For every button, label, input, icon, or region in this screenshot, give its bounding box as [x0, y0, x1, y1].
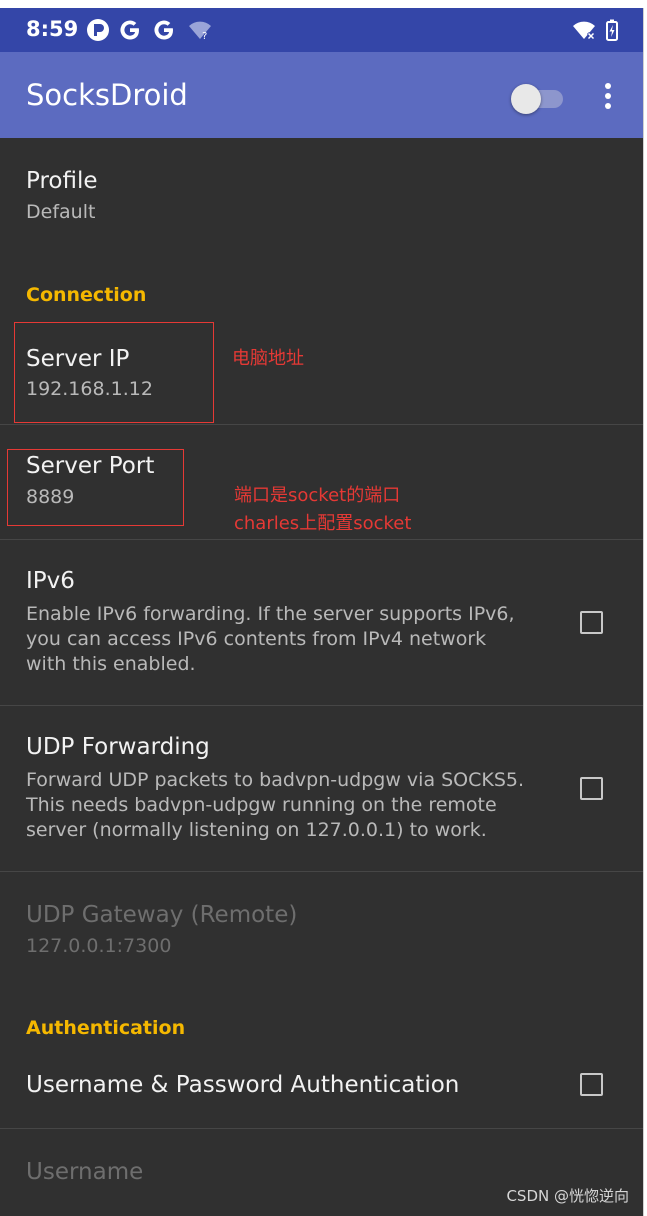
pref-udp-gateway: UDP Gateway (Remote) 127.0.0.1:7300 [0, 872, 643, 982]
pref-title: UDP Forwarding [26, 734, 210, 760]
annotation-box-server-port [7, 449, 184, 526]
category-connection: Connection [26, 284, 147, 306]
category-authentication: Authentication [26, 1017, 186, 1039]
pref-title: Username [26, 1159, 144, 1185]
google-icon [120, 20, 139, 40]
pref-profile[interactable]: Profile Default [0, 138, 643, 254]
pref-summary-line: Forward UDP packets to badvpn-udpgw via … [26, 769, 525, 791]
p-app-icon [87, 19, 109, 41]
pref-summary: 127.0.0.1:7300 [26, 935, 172, 957]
status-bar: 8:59 ? [0, 8, 643, 52]
vpn-toggle-switch[interactable] [511, 83, 565, 114]
pref-summary-line: you can access IPv6 contents from IPv4 n… [26, 628, 487, 650]
pref-summary-line: Enable IPv6 forwarding. If the server su… [26, 603, 515, 625]
pref-summary: Default [26, 201, 96, 223]
wifi-off-icon [573, 21, 596, 41]
pref-udp-forwarding[interactable]: UDP Forwarding Forward UDP packets to ba… [0, 706, 643, 871]
google-icon [154, 20, 173, 40]
pref-user-pass-auth[interactable]: Username & Password Authentication [0, 1052, 643, 1128]
wifi-question-icon: ? [189, 21, 211, 42]
status-time: 8:59 [26, 17, 79, 41]
pref-summary-line: with this enabled. [26, 653, 196, 675]
user-pass-auth-checkbox[interactable] [580, 1073, 603, 1096]
watermark: CSDN @恍惚逆向 [506, 1187, 629, 1205]
app-bar: SocksDroid [0, 52, 643, 138]
pref-ipv6[interactable]: IPv6 Enable IPv6 forwarding. If the serv… [0, 540, 643, 705]
pref-summary-line: This needs badvpn-udpgw running on the r… [26, 794, 497, 816]
pref-title: UDP Gateway (Remote) [26, 902, 298, 928]
annotation-box-server-ip [14, 322, 214, 423]
app-title: SocksDroid [26, 78, 188, 112]
svg-text:?: ? [202, 31, 207, 42]
udp-forwarding-checkbox[interactable] [580, 777, 603, 800]
annotation-note-server-ip: 电脑地址 [232, 348, 304, 369]
ipv6-checkbox[interactable] [580, 611, 603, 634]
battery-charging-icon [606, 19, 618, 41]
app-screen: 8:59 ? SocksDroid Profile Default Connec… [0, 8, 644, 1216]
switch-thumb [511, 84, 541, 114]
pref-summary-line: server (normally listening on 127.0.0.1)… [26, 819, 487, 841]
pref-title: IPv6 [26, 568, 75, 594]
annotation-note-line: charles上配置socket [234, 513, 412, 534]
pref-title: Username & Password Authentication [26, 1072, 460, 1098]
pref-title: Profile [26, 168, 98, 194]
more-vert-icon[interactable] [596, 80, 620, 112]
annotation-note-line: 端口是socket的端口 [234, 485, 401, 506]
